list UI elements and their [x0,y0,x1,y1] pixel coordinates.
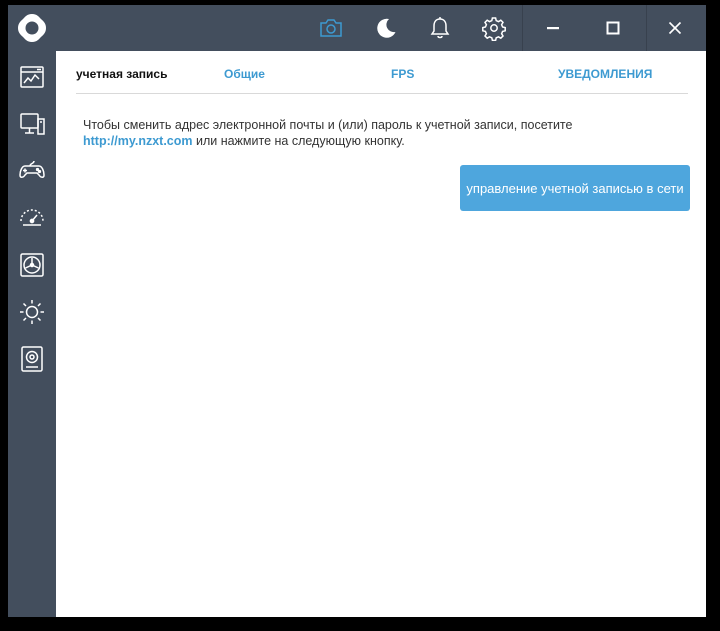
camera-icon[interactable] [318,15,344,41]
maximize-icon [606,21,620,35]
tab-general[interactable]: Общие [224,67,265,81]
title-bar [56,5,706,51]
title-bar-separator [522,5,523,51]
maximize-button[interactable] [588,5,638,51]
manage-account-online-button[interactable]: управление учетной записью в сети [460,165,690,211]
bell-icon[interactable] [427,15,453,41]
close-button[interactable] [650,5,700,51]
tab-divider [76,93,688,94]
gear-icon[interactable] [481,15,507,41]
gamepad-icon[interactable] [18,157,46,185]
tab-notifications[interactable]: УВЕДОМЛЕНИЯ [558,67,652,81]
dashboard-icon[interactable] [18,63,46,91]
title-bar-separator [646,5,647,51]
description-text-end: или нажмите на следующую кнопку. [192,134,405,148]
nzxt-logo-icon[interactable] [17,13,47,43]
account-settings-panel: учетная запись Общие FPS УВЕДОМЛЕНИЯ Что… [56,51,706,617]
lighting-sun-icon[interactable] [18,298,46,326]
audio-speaker-icon[interactable] [18,345,46,373]
app-window: учетная запись Общие FPS УВЕДОМЛЕНИЯ Что… [8,5,706,617]
tab-fps[interactable]: FPS [391,67,414,81]
sidebar [8,5,56,617]
fan-icon[interactable] [18,251,46,279]
account-description: Чтобы сменить адрес электронной почты и … [83,117,663,149]
nzxt-account-link[interactable]: http://my.nzxt.com [83,134,193,148]
close-icon [668,21,682,35]
tab-account[interactable]: учетная запись [76,67,167,81]
description-text: Чтобы сменить адрес электронной почты и … [83,118,573,132]
minimize-icon [547,27,559,30]
minimize-button[interactable] [528,5,578,51]
moon-icon[interactable] [373,15,399,41]
pc-monitor-icon[interactable] [18,110,46,138]
gauge-icon[interactable] [18,204,46,232]
